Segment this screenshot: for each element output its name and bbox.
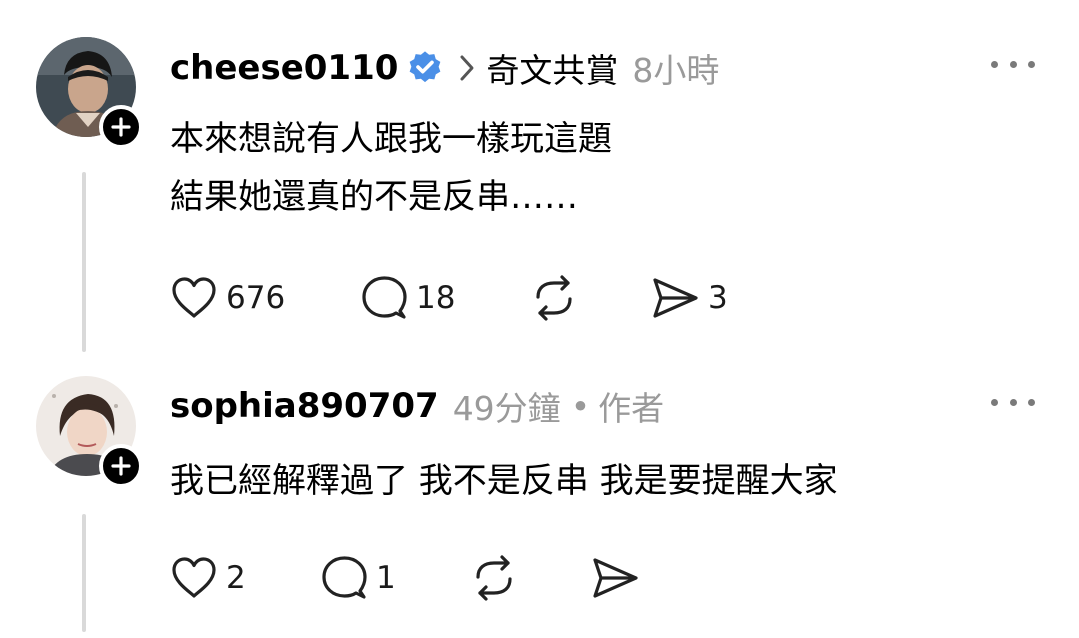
plus-icon — [111, 456, 131, 476]
verified-icon — [406, 49, 444, 87]
like-count: 2 — [226, 560, 246, 596]
share-icon — [653, 278, 698, 318]
topic-tag[interactable]: 奇文共賞 — [486, 44, 618, 92]
post-body: 本來想說有人跟我一樣玩這題 結果她還真的不是反串…… — [170, 110, 612, 226]
reply-button[interactable]: 1 — [320, 555, 470, 601]
post-time: 49分鐘 — [452, 389, 561, 428]
thread-line — [82, 514, 86, 632]
thread-post: cheese0110 奇文共賞 8小時 本來想說有人跟我一樣玩這題 結果她還真的… — [0, 0, 1079, 362]
like-button[interactable]: 676 — [170, 276, 360, 320]
post-actions: 2 1 — [170, 548, 640, 608]
post-actions: 676 18 3 — [170, 268, 728, 328]
post-text-line: 結果她還真的不是反串…… — [170, 177, 578, 217]
post-body: 我已經解釋過了 我不是反串 我是要提醒大家 — [170, 452, 838, 510]
post-header: cheese0110 奇文共賞 8小時 — [170, 40, 719, 96]
post-time: 8小時 — [632, 51, 720, 90]
like-count: 676 — [226, 280, 286, 316]
heart-icon — [172, 277, 216, 318]
author-label: 作者 — [598, 389, 665, 428]
reply-count: 18 — [416, 280, 456, 316]
thread-post: sophia890707 49分鐘 • 作者 我已經解釋過了 我不是反串 我是要… — [0, 362, 1079, 638]
avatar-container — [36, 37, 143, 149]
follow-plus-button[interactable] — [99, 105, 143, 149]
comment-icon — [362, 276, 407, 319]
avatar-container — [36, 376, 143, 488]
share-icon — [593, 558, 638, 598]
share-button[interactable] — [590, 556, 640, 600]
more-dots-icon[interactable] — [991, 390, 1035, 414]
repost-button[interactable] — [530, 275, 650, 321]
follow-plus-button[interactable] — [99, 444, 143, 488]
username[interactable]: cheese0110 — [170, 48, 398, 88]
chevron-right-icon — [458, 53, 476, 83]
post-text-line: 本來想說有人跟我一樣玩這題 — [170, 119, 612, 159]
post-text-line: 我已經解釋過了 我不是反串 我是要提醒大家 — [170, 461, 838, 501]
post-header: sophia890707 49分鐘 • 作者 — [170, 378, 664, 434]
more-dots-icon[interactable] — [991, 52, 1035, 76]
heart-icon — [172, 557, 216, 598]
share-button[interactable]: 3 — [650, 276, 728, 320]
username[interactable]: sophia890707 — [170, 386, 439, 426]
reply-count: 1 — [376, 560, 396, 596]
repost-button[interactable] — [470, 555, 590, 601]
comment-icon — [322, 556, 367, 599]
reply-button[interactable]: 18 — [360, 275, 530, 321]
plus-icon — [111, 117, 131, 137]
repost-icon — [476, 555, 512, 601]
thread-line — [82, 172, 86, 352]
separator-dot: • — [570, 386, 591, 426]
like-button[interactable]: 2 — [170, 556, 320, 600]
repost-icon — [536, 275, 572, 321]
share-count: 3 — [708, 280, 728, 316]
